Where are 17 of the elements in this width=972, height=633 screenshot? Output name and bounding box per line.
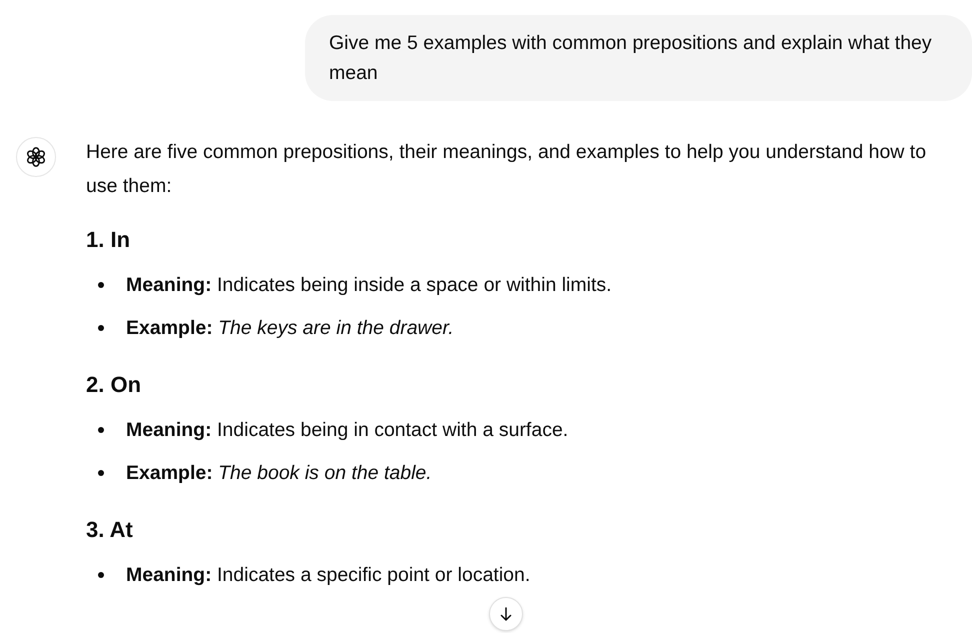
bullet-icon (98, 282, 104, 288)
section-heading: 2. On (86, 371, 142, 399)
bullet-text: Example: The keys are in the drawer. (126, 316, 454, 341)
bullet-icon (98, 470, 104, 476)
bullet-text: Meaning: Indicates being inside a space or within limits. (126, 273, 612, 298)
intro-paragraph: Here are five common prepositions, their meanings, and examples to help you understand how to use them: (86, 140, 928, 199)
bullet-text: Meaning: Indicates a specific point or location. (126, 563, 530, 588)
bullet-text: Meaning: Indicates being in contact with a surface. (126, 418, 568, 443)
bullet-icon (98, 427, 104, 433)
section-heading: 1. In (86, 226, 132, 254)
user-message: Give me 5 examples with common prepositions and explain what they mean (305, 15, 972, 101)
scroll-down-button[interactable] (489, 597, 523, 631)
assistant-avatar-icon (16, 137, 56, 177)
bullet-icon (98, 572, 104, 578)
bullet-icon (98, 325, 104, 331)
section-heading: 3. At (86, 516, 134, 544)
bullet-text: Example: The book is on the table. (126, 461, 432, 486)
